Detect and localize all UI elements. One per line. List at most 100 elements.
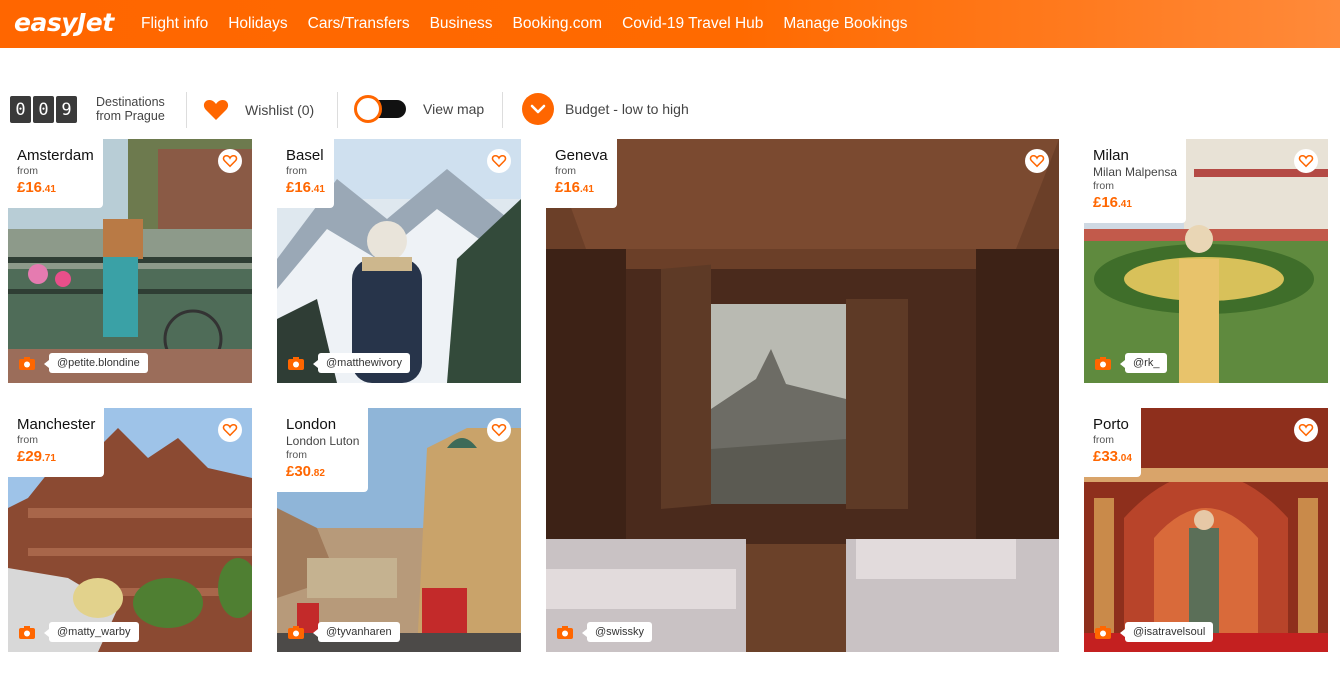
counter-label-line2: from Prague — [96, 109, 165, 123]
destination-card: Milan Milan Malpensa from £16.41 — [1084, 139, 1187, 223]
add-to-wishlist-button[interactable] — [1294, 418, 1318, 442]
photo-credit: @rk_ — [1095, 353, 1168, 373]
sort-label[interactable]: Budget - low to high — [565, 101, 689, 117]
price: £16.41 — [555, 178, 608, 199]
add-to-wishlist-button[interactable] — [487, 418, 511, 442]
price-pence: .41 — [1118, 199, 1132, 210]
city-name: Basel — [286, 147, 324, 164]
toggle-knob — [354, 95, 382, 123]
destination-tile-geneva[interactable]: Geneva from £16.41 @swissky — [546, 139, 1059, 652]
photo-credit-handle[interactable]: @matty_warby — [44, 622, 139, 642]
photo-credit-handle[interactable]: @tyvanharen — [313, 622, 400, 642]
view-map-toggle[interactable] — [354, 95, 408, 123]
destination-photo — [546, 139, 1059, 652]
airport-name: Milan Malpensa — [1093, 165, 1178, 179]
heart-outline-icon — [1298, 154, 1314, 168]
destination-card: Basel from £16.41 — [277, 139, 334, 208]
price: £29.71 — [17, 447, 95, 468]
price-from-label: from — [286, 449, 307, 461]
city-name: Milan — [1093, 147, 1129, 164]
price-from-label: from — [17, 165, 38, 177]
counter-label-line1: Destinations — [96, 95, 165, 109]
destination-card: Geneva from £16.41 — [546, 139, 617, 208]
top-nav-bar: easyJet Flight info Holidays Cars/Transf… — [0, 0, 1340, 48]
camera-icon — [1095, 625, 1111, 639]
camera-icon — [1095, 356, 1111, 370]
nav-covid-travel-hub[interactable]: Covid-19 Travel Hub — [622, 15, 763, 33]
price-main: £29 — [17, 448, 43, 465]
sort-dropdown-button[interactable] — [522, 93, 554, 125]
photo-credit: @matty_warby — [19, 622, 139, 642]
price: £30.82 — [286, 462, 359, 483]
heart-outline-icon — [222, 423, 238, 437]
camera-icon — [19, 625, 35, 639]
photo-credit: @tyvanharen — [288, 622, 400, 642]
wishlist-heart-icon[interactable] — [203, 98, 229, 122]
price-from-label: from — [286, 165, 307, 177]
price: £16.41 — [286, 178, 325, 199]
destination-tile-amsterdam[interactable]: Amsterdam from £16.41 @petite.blondine — [8, 139, 252, 383]
photo-credit-handle[interactable]: @swissky — [581, 622, 653, 642]
heart-outline-icon — [1029, 154, 1045, 168]
destination-counter: 0 0 9 — [10, 96, 77, 123]
destination-card: Manchester from £29.71 — [8, 408, 105, 477]
destination-card: Amsterdam from £16.41 — [8, 139, 103, 208]
price-main: £16 — [555, 179, 581, 196]
nav-links: Flight info Holidays Cars/Transfers Busi… — [141, 15, 927, 33]
destination-tile-london[interactable]: London London Luton from £30.82 @tyvanha… — [277, 408, 521, 652]
add-to-wishlist-button[interactable] — [218, 149, 242, 173]
easyjet-logo[interactable]: easyJet — [14, 8, 114, 37]
price-from-label: from — [555, 165, 576, 177]
results-toolbar: 0 0 9 Destinations from Prague Wishlist … — [0, 90, 1340, 130]
view-map-label[interactable]: View map — [423, 101, 484, 117]
price: £16.41 — [17, 178, 94, 199]
city-name: Manchester — [17, 416, 96, 433]
camera-icon — [288, 356, 304, 370]
nav-business[interactable]: Business — [430, 15, 493, 33]
price-from-label: from — [17, 434, 38, 446]
add-to-wishlist-button[interactable] — [1025, 149, 1049, 173]
price-main: £16 — [286, 179, 312, 196]
heart-outline-icon — [491, 154, 507, 168]
city-name: London — [286, 416, 337, 433]
destination-tile-manchester[interactable]: Manchester from £29.71 @matty_warby — [8, 408, 252, 652]
photo-credit-handle[interactable]: @isatravelsoul — [1119, 622, 1214, 642]
photo-credit: @swissky — [557, 622, 653, 642]
price-main: £16 — [1093, 194, 1119, 211]
price-pence: .41 — [311, 184, 325, 195]
photo-credit: @petite.blondine — [19, 353, 148, 373]
destination-card: Porto from £33.04 — [1084, 408, 1141, 477]
price-pence: .82 — [311, 468, 325, 479]
photo-credit: @matthewivory — [288, 353, 410, 373]
divider — [502, 92, 503, 128]
city-name: Porto — [1093, 416, 1129, 433]
price-main: £16 — [17, 179, 43, 196]
price: £33.04 — [1093, 447, 1132, 468]
counter-digit: 9 — [56, 96, 77, 123]
nav-cars-transfers[interactable]: Cars/Transfers — [308, 15, 410, 33]
nav-booking-com[interactable]: Booking.com — [512, 15, 602, 33]
photo-credit-handle[interactable]: @petite.blondine — [44, 353, 148, 373]
photo-credit-handle[interactable]: @matthewivory — [313, 353, 410, 373]
nav-manage-bookings[interactable]: Manage Bookings — [783, 15, 907, 33]
photo-credit-handle[interactable]: @rk_ — [1119, 353, 1168, 373]
add-to-wishlist-button[interactable] — [1294, 149, 1318, 173]
airport-name: London Luton — [286, 434, 360, 448]
wishlist-link[interactable]: Wishlist (0) — [245, 102, 314, 118]
destination-card: London London Luton from £30.82 — [277, 408, 369, 492]
price-from-label: from — [1093, 434, 1114, 446]
counter-label: Destinations from Prague — [96, 95, 186, 123]
destination-tile-basel[interactable]: Basel from £16.41 @matthewivory — [277, 139, 521, 383]
add-to-wishlist-button[interactable] — [487, 149, 511, 173]
price-from-label: from — [1093, 180, 1114, 192]
destination-tile-porto[interactable]: Porto from £33.04 @isatravelsoul — [1084, 408, 1328, 652]
camera-icon — [557, 625, 573, 639]
destination-tile-milan[interactable]: Milan Milan Malpensa from £16.41 @rk_ — [1084, 139, 1328, 383]
add-to-wishlist-button[interactable] — [218, 418, 242, 442]
nav-holidays[interactable]: Holidays — [228, 15, 287, 33]
price-pence: .71 — [42, 453, 56, 464]
nav-flight-info[interactable]: Flight info — [141, 15, 208, 33]
chevron-down-icon — [530, 104, 546, 114]
camera-icon — [19, 356, 35, 370]
price: £16.41 — [1093, 193, 1177, 214]
